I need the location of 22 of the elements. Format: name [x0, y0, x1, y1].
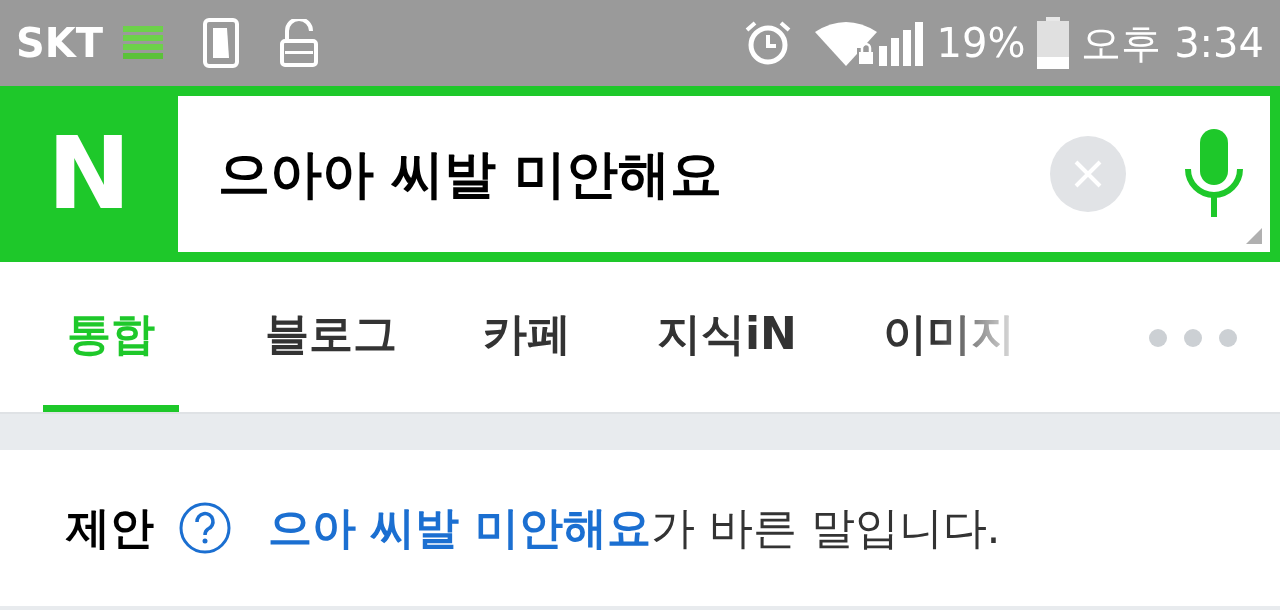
clear-icon[interactable] — [1050, 136, 1126, 212]
wifi-icon — [814, 20, 877, 66]
carrier-name: SKT — [16, 19, 104, 68]
unlock-icon — [279, 19, 320, 67]
suggestion-label: 제안 — [66, 501, 154, 555]
microphone-icon[interactable] — [1182, 129, 1246, 219]
tab[interactable]: 지식iN — [657, 262, 797, 412]
suggestion-link[interactable]: 으아 씨발 미안해요 — [268, 502, 651, 553]
alarm-icon — [744, 20, 791, 66]
search-query: 으아아 씨발 미안해요 — [218, 143, 724, 206]
battery-percent: 19% — [936, 19, 1026, 68]
tab[interactable]: 블로그 — [265, 262, 397, 412]
help-icon[interactable] — [178, 501, 232, 555]
clock-time: 오후 3:34 — [1081, 19, 1264, 68]
more-icon[interactable] — [1148, 328, 1238, 348]
suggestion-sentence: 으아 씨발 미안해요가 바른 말입니다. — [268, 501, 1001, 555]
search-field[interactable]: 으아아 씨발 미안해요 — [178, 96, 1270, 252]
phone-icon — [203, 18, 240, 68]
battery-icon — [1037, 17, 1070, 69]
tab[interactable]: 이미지 — [882, 262, 1015, 412]
corner-icon — [1246, 228, 1262, 244]
tab[interactable]: 카페 — [483, 262, 571, 412]
